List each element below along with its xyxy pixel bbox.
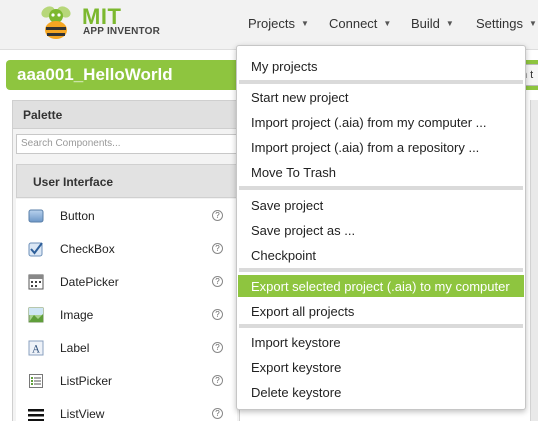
- help-icon[interactable]: ?: [212, 342, 223, 353]
- component-datepicker[interactable]: DatePicker ?: [16, 267, 237, 297]
- image-icon: [28, 307, 44, 323]
- menu-item-delete-keystore[interactable]: Delete keystore: [238, 381, 524, 403]
- help-icon[interactable]: ?: [212, 243, 223, 254]
- menu-item-export-selected-project[interactable]: Export selected project (.aia) to my com…: [238, 275, 524, 297]
- nav-connect[interactable]: Connect ▼: [329, 16, 391, 31]
- menu-separator: [239, 80, 523, 84]
- button-icon: [28, 209, 44, 223]
- menu-separator: [239, 324, 523, 328]
- help-icon[interactable]: ?: [212, 210, 223, 221]
- caret-down-icon: ▼: [445, 19, 454, 28]
- menu-separator: [239, 186, 523, 190]
- help-icon[interactable]: ?: [212, 309, 223, 320]
- caret-down-icon: ▼: [528, 19, 537, 28]
- bee-logo-icon: [41, 6, 71, 39]
- menu-item-import-from-repository[interactable]: Import project (.aia) from a repository …: [238, 136, 524, 158]
- top-bar: MIT APP INVENTOR Projects ▼ Connect ▼ Buil…: [0, 0, 538, 50]
- component-label: Button: [60, 209, 95, 223]
- menu-item-import-keystore[interactable]: Import keystore: [238, 331, 524, 353]
- menu-item-save-project-as[interactable]: Save project as ...: [238, 219, 524, 241]
- component-label: ListView: [60, 407, 105, 421]
- menu-item-export-keystore[interactable]: Export keystore: [238, 356, 524, 378]
- caret-down-icon: ▼: [383, 19, 392, 28]
- menu-item-export-all-projects[interactable]: Export all projects: [238, 300, 524, 322]
- right-panel-edge: [530, 100, 538, 421]
- help-icon[interactable]: ?: [212, 375, 223, 386]
- nav-build[interactable]: Build ▼: [411, 16, 454, 31]
- palette-header: Palette: [13, 101, 239, 129]
- label-icon: A: [28, 340, 44, 356]
- nav-settings[interactable]: Settings ▼: [476, 16, 537, 31]
- menu-item-start-new-project[interactable]: Start new project: [238, 86, 524, 108]
- caret-down-icon: ▼: [300, 19, 309, 28]
- brand-subtitle: APP INVENTOR: [83, 26, 161, 37]
- datepicker-icon: [28, 274, 44, 290]
- component-listview[interactable]: ListView ?: [16, 399, 237, 421]
- svg-text:A: A: [31, 345, 40, 356]
- nav-projects-label: Projects: [248, 16, 295, 31]
- component-label: ListPicker: [60, 374, 113, 388]
- component-checkbox[interactable]: CheckBox ?: [16, 234, 237, 264]
- menu-item-my-projects[interactable]: My projects: [238, 55, 524, 77]
- component-list: Button ? CheckBox ? DatePicker ? Image ?…: [16, 199, 237, 421]
- nav-projects[interactable]: Projects ▼: [248, 16, 309, 31]
- help-icon[interactable]: ?: [212, 276, 223, 287]
- menu-separator: [239, 268, 523, 272]
- component-label: Label: [60, 341, 90, 355]
- category-user-interface[interactable]: User Interface: [16, 164, 237, 198]
- app-inventor-logo[interactable]: MIT APP INVENTOR: [36, 2, 186, 44]
- component-search-input[interactable]: Search Components...: [16, 134, 237, 154]
- listpicker-icon: [29, 374, 43, 388]
- menu-item-move-to-trash[interactable]: Move To Trash: [238, 161, 524, 183]
- component-button[interactable]: Button ?: [16, 201, 237, 231]
- nav-connect-label: Connect: [329, 16, 378, 31]
- projects-dropdown-menu: My projects Start new project Import pro…: [236, 45, 526, 410]
- component-label: CheckBox: [60, 242, 115, 256]
- listview-icon: [28, 409, 44, 421]
- project-title: aaa001_HelloWorld: [17, 65, 173, 84]
- help-icon[interactable]: ?: [212, 408, 223, 419]
- component-label: Image: [60, 308, 94, 322]
- menu-item-checkpoint[interactable]: Checkpoint: [238, 244, 524, 266]
- menu-item-import-from-computer[interactable]: Import project (.aia) from my computer .…: [238, 111, 524, 133]
- nav-settings-label: Settings: [476, 16, 523, 31]
- checkbox-icon: [28, 242, 43, 257]
- nav-build-label: Build: [411, 16, 440, 31]
- menu-item-save-project[interactable]: Save project: [238, 194, 524, 216]
- palette-panel: Palette Search Components... User Interf…: [12, 100, 240, 421]
- component-label: DatePicker: [60, 275, 119, 289]
- component-listpicker[interactable]: ListPicker ?: [16, 366, 237, 396]
- component-image[interactable]: Image ?: [16, 300, 237, 330]
- component-label-item[interactable]: A Label ?: [16, 333, 237, 363]
